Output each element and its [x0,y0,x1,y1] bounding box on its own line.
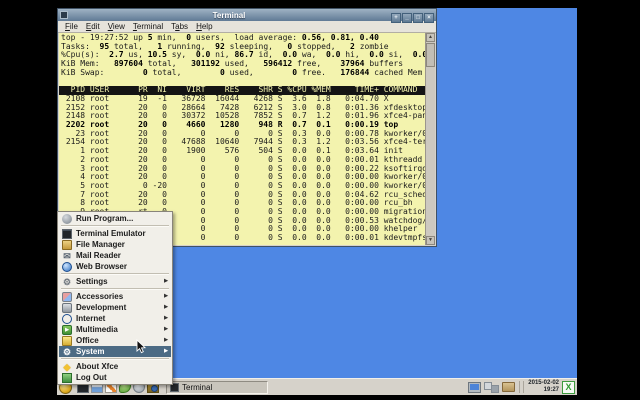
applications-menu: Run Program... Terminal Emulator File Mana… [57,211,173,385]
run-icon [62,213,72,224]
display-tray-icon[interactable] [468,381,482,393]
menu-item-label: Terminal Emulator [76,229,146,238]
system-icon: ⚙ [62,346,72,357]
menu-item-label: File Manager [76,240,125,249]
menu-item-label: Mail Reader [76,251,121,260]
menubar-item-tabs[interactable]: Tabs [167,21,192,32]
menu-item-label: Development [76,303,127,312]
development-icon [62,302,72,313]
maximize-button[interactable]: □ [413,13,423,23]
multimedia-icon: ▶ [62,324,72,335]
window-titlebar[interactable]: Terminal + _ □ × [58,8,436,24]
menu-separator [59,224,171,228]
menu-item-internet[interactable]: Internet ▶ [59,313,171,324]
clock-time: 19:27 [543,387,559,393]
clock: 2015-02-02 19:27 [528,380,559,394]
menu-separator [59,287,171,291]
menu-item-label: Internet [76,314,106,323]
menu-item-label: System [76,347,105,356]
menu-item-web-browser[interactable]: Web Browser [59,261,171,272]
file-manager-icon [62,239,72,250]
task-button-label: Terminal [182,382,213,392]
submenu-arrow-icon: ▶ [164,293,168,299]
about-icon: ◆ [63,361,71,372]
terminal-icon [62,228,72,239]
menu-item-office[interactable]: Office ▶ [59,335,171,346]
settings-icon: ⚙ [62,276,72,287]
menu-item-log-out[interactable]: Log Out [59,372,171,383]
web-browser-icon [62,261,72,272]
menubar-item-view[interactable]: View [104,21,129,32]
menubar-item-edit[interactable]: Edit [82,21,104,32]
submenu-arrow-icon: ▶ [164,337,168,343]
menu-item-mail-reader[interactable]: ✉ Mail Reader [59,250,171,261]
menu-item-label: Settings [76,277,108,286]
scroll-up-icon[interactable]: ▲ [426,33,435,42]
terminal-line: KiB Swap: 0 total, 0 used, 0 free. 17684… [61,67,423,77]
submenu-arrow-icon: ▶ [164,326,168,332]
menu-item-accessories[interactable]: Accessories ▶ [59,291,171,302]
menu-item-label: Run Program... [76,214,134,223]
menu-item-run-program[interactable]: Run Program... [59,213,171,224]
menubar-item-file[interactable]: File [61,21,82,32]
task-button-terminal[interactable]: Terminal [166,380,268,394]
window-title: Terminal [212,10,246,20]
menu-item-label: Log Out [76,373,107,382]
logout-icon [62,372,72,383]
menu-item-file-manager[interactable]: File Manager [59,239,171,250]
folder-tray-icon[interactable] [502,382,516,392]
workspace-pager[interactable] [484,381,500,393]
titlebar-buttons: + _ □ × [390,8,434,24]
mouse-cursor-icon [136,339,146,354]
menubar-item-terminal[interactable]: Terminal [129,21,167,32]
minimize-button[interactable]: _ [402,13,412,23]
green-x-tray-icon[interactable]: X [562,380,575,394]
close-button[interactable]: × [424,13,434,23]
menu-separator [59,357,171,361]
menu-item-settings[interactable]: ⚙ Settings ▶ [59,276,171,287]
accessories-icon [62,291,72,302]
terminal-scrollbar[interactable]: ▲ ▼ [425,33,435,245]
menu-item-multimedia[interactable]: ▶ Multimedia ▶ [59,324,171,335]
menu-item-label: About Xfce [76,362,119,371]
system-tray: 2015-02-02 19:27 X [468,380,575,394]
submenu-arrow-icon: ▶ [164,348,168,354]
menubar-item-help[interactable]: Help [192,21,216,32]
workspace-2[interactable] [491,384,500,393]
menu-item-label: Office [76,336,99,345]
terminal-menubar: File Edit View Terminal Tabs Help [58,21,436,33]
office-icon [62,335,72,346]
menu-item-system[interactable]: ⚙ System ▶ [59,346,171,357]
internet-icon [62,313,72,324]
submenu-arrow-icon: ▶ [164,278,168,284]
menu-item-about-xfce[interactable]: ◆ About Xfce [59,361,171,372]
screenshot-canvas: { "colors": { "desktop_blue": "#4e87e4",… [0,0,640,400]
desktop[interactable]: Terminal + _ □ × File Edit View Terminal Tabs He… [57,8,577,395]
clock-date: 2015-02-02 [528,380,559,386]
scroll-down-icon[interactable]: ▼ [426,236,435,245]
menu-separator [59,272,171,276]
menu-item-development[interactable]: Development ▶ [59,302,171,313]
menu-item-terminal-emulator[interactable]: Terminal Emulator [59,228,171,239]
menu-item-label: Web Browser [76,262,127,271]
menu-item-label: Multimedia [76,325,118,334]
mail-icon: ✉ [63,250,71,261]
submenu-arrow-icon: ▶ [164,315,168,321]
terminal-app-icon [60,11,68,19]
shade-button[interactable]: + [391,13,401,23]
menu-item-label: Accessories [76,292,124,301]
submenu-arrow-icon: ▶ [164,304,168,310]
panel-grip[interactable] [519,381,525,393]
scrollbar-thumb[interactable] [426,43,435,67]
